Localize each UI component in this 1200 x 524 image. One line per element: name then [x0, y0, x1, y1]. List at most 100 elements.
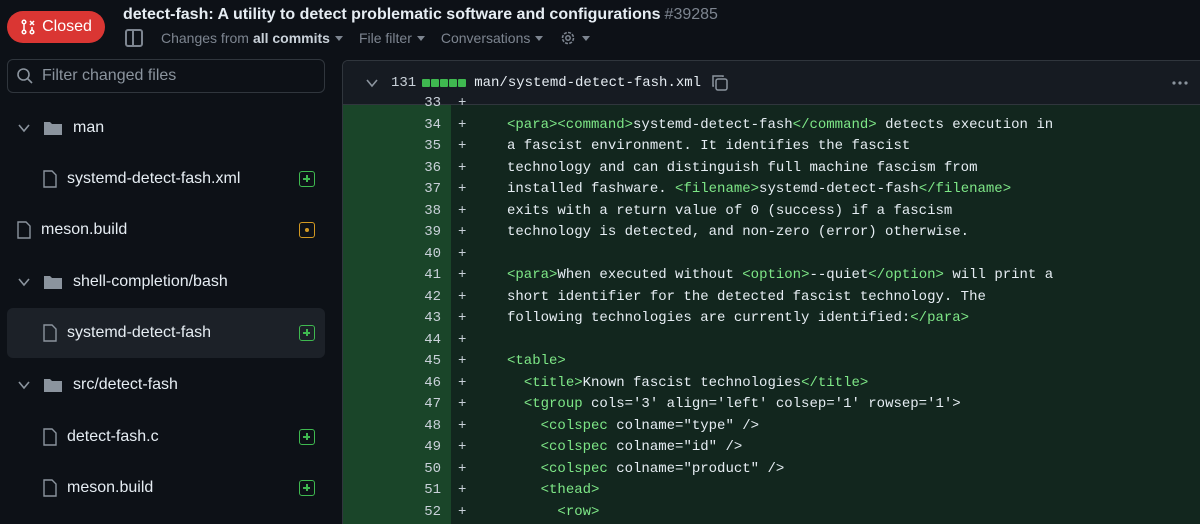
tree-item-label: shell-completion/bash: [73, 273, 228, 290]
line-number[interactable]: 43: [343, 308, 441, 330]
sidebar-toggle-icon[interactable]: [125, 29, 143, 47]
line-code: <para><command>systemd-detect-fash</comm…: [507, 116, 1054, 133]
tree-file-systemd-detect-fash-xml[interactable]: systemd-detect-fash.xml: [7, 154, 325, 204]
line-code: technology and can distinguish full mach…: [507, 159, 978, 176]
line-number[interactable]: 50: [343, 459, 441, 481]
line-code: technology is detected, and non-zero (er…: [507, 224, 970, 240]
line-number[interactable]: 41: [343, 265, 441, 287]
line-number[interactable]: 49: [343, 437, 441, 459]
diff-line: 46 + <title>Known fascist technologies</t…: [343, 373, 1200, 395]
tree-file-meson-build[interactable]: meson.build: [7, 205, 325, 255]
line-code: short identifier for the detected fascis…: [507, 288, 986, 305]
diff-line: 36 + technology and can distinguish full m…: [343, 158, 1200, 180]
diff-line: 45 + <table>: [343, 351, 1200, 373]
line-code: <row>: [557, 503, 600, 520]
line-number[interactable]: 40: [343, 244, 441, 266]
diff-line: 47 + <tgroup cols='3' align='left' colsep…: [343, 394, 1200, 416]
line-code: <colspec colname="type" />: [540, 417, 760, 434]
file-tree-sidebar: man systemd-detect-fash.xml meson.build …: [0, 56, 332, 524]
addition-marker: +: [458, 116, 467, 133]
addition-marker: +: [458, 439, 467, 455]
file-filter-dropdown[interactable]: File filter: [359, 30, 425, 46]
pr-header: Closed detect-fash: A utility to detect …: [0, 0, 1200, 56]
chevron-down-icon[interactable]: [365, 76, 379, 90]
changes-from-dropdown[interactable]: Changes from all commits: [161, 30, 343, 46]
addition-marker: +: [458, 396, 467, 412]
diff-line: 48 + <colspec colname="type" />: [343, 416, 1200, 438]
line-number[interactable]: 48: [343, 416, 441, 438]
addition-marker: +: [458, 181, 467, 197]
file-icon: [43, 170, 57, 188]
line-number[interactable]: 47: [343, 394, 441, 416]
addition-marker: +: [458, 245, 467, 262]
file-filter-label: File filter: [358, 30, 412, 46]
chevron-down-icon: [535, 35, 544, 41]
diff-line: 52 + <row>: [343, 502, 1200, 524]
line-code: <para>When executed without <option>--qu…: [507, 267, 1054, 283]
diff-toolbar: Changes from all commits File filter Con…: [125, 26, 606, 50]
line-number[interactable]: 46: [343, 373, 441, 395]
status-badge: Closed: [7, 11, 105, 43]
line-number[interactable]: 36: [343, 158, 441, 180]
line-number[interactable]: 42: [343, 287, 441, 309]
pr-title-text: detect-fash: A utility to detect problem…: [123, 6, 661, 23]
file-path[interactable]: man/systemd-detect-fash.xml: [474, 75, 701, 91]
tree-item-label: systemd-detect-fash.xml: [67, 170, 241, 187]
line-code: <title>Known fascist technologies</title…: [523, 374, 869, 391]
tree-file-systemd-detect-fash[interactable]: systemd-detect-fash: [7, 308, 325, 358]
file-added-icon: [299, 480, 315, 496]
line-number[interactable]: 51: [343, 480, 441, 502]
chevron-down-icon: [582, 35, 591, 41]
line-code: <colspec colname="product" />: [540, 460, 785, 477]
folder-icon: [44, 379, 62, 392]
chevron-down-icon: [416, 35, 425, 41]
line-code: exits with a return value of 0 (success)…: [507, 202, 953, 219]
line-number[interactable]: 34: [343, 115, 441, 137]
line-code: installed fashware. <filename>systemd-de…: [507, 181, 1012, 197]
tree-folder-shell-completion-bash[interactable]: shell-completion/bash: [7, 257, 325, 307]
tree-file-detect-fash-c[interactable]: detect-fash.c: [7, 412, 325, 462]
diff-line: 49 + <colspec colname="id" />: [343, 437, 1200, 459]
diff-code: 33 +34 + <para><command>systemd-detect-fash…: [343, 95, 1200, 524]
settings-dropdown[interactable]: [559, 29, 591, 47]
line-number[interactable]: 33: [343, 93, 441, 115]
tree-item-label: detect-fash.c: [67, 428, 159, 445]
changes-from-label: Changes from: [161, 30, 249, 46]
kebab-menu-icon[interactable]: [1171, 74, 1189, 92]
search-icon: [17, 68, 33, 84]
diffstat-blocks: [422, 78, 467, 87]
line-number[interactable]: 45: [343, 351, 441, 373]
tree-folder-man[interactable]: man: [7, 103, 325, 153]
addition-marker: +: [458, 331, 467, 348]
copy-icon[interactable]: [711, 74, 729, 92]
addition-marker: +: [458, 288, 467, 305]
addition-marker: +: [458, 224, 467, 240]
line-number[interactable]: 44: [343, 330, 441, 352]
line-number[interactable]: 35: [343, 136, 441, 158]
filter-files-field[interactable]: [7, 59, 325, 93]
gear-icon: [562, 31, 575, 45]
changes-from-value: all commits: [252, 30, 330, 46]
addition-marker: +: [458, 202, 467, 219]
filter-files-input[interactable]: [42, 67, 312, 85]
line-number[interactable]: 52: [343, 502, 441, 524]
conversations-dropdown[interactable]: Conversations: [441, 30, 544, 46]
diff-line: 51 + <thead>: [343, 480, 1200, 502]
tree-item-label: meson.build: [67, 479, 154, 496]
addition-marker: +: [458, 353, 467, 369]
addition-marker: +: [458, 310, 467, 326]
status-label: Closed: [42, 18, 92, 35]
diff-line: 39 + technology is detected, and non-zero …: [343, 222, 1200, 244]
line-number[interactable]: 37: [343, 179, 441, 201]
diff-line: 34 + <para><command>systemd-detect-fash</c…: [343, 115, 1200, 137]
addition-marker: +: [458, 503, 467, 520]
line-number[interactable]: 38: [343, 201, 441, 223]
diff-line: 35 + a fascist environment. It identifies …: [343, 136, 1200, 158]
tree-folder-src-detect-fash[interactable]: src/detect-fash: [7, 360, 325, 410]
diff-line: 42 + short identifier for the detected fas…: [343, 287, 1200, 309]
line-number[interactable]: 39: [343, 222, 441, 244]
tree-item-label: man: [73, 119, 105, 136]
chevron-down-icon: [18, 124, 30, 133]
addition-marker: +: [458, 482, 467, 498]
tree-file-src-meson-build[interactable]: meson.build: [7, 463, 325, 513]
